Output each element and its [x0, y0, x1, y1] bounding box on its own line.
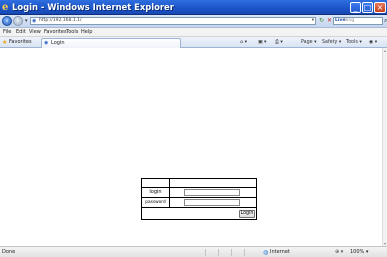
address-dropdown[interactable]: ▾ — [312, 18, 314, 24]
favorites-bar: ★ Favorites ◉ Login ⌂ ▾ ▣ ▾ ⎙ ▾ Page ▾ S… — [0, 37, 387, 48]
close-button[interactable]: × — [374, 2, 386, 13]
login-label: login — [149, 189, 162, 195]
maximize-button[interactable]: □ — [362, 2, 373, 13]
globe-icon: ◍ — [263, 249, 269, 256]
menu-edit[interactable]: Edit — [16, 29, 26, 36]
navigation-bar: ‹ › ▾ ◉ http://192.168.1.1/ ▾ ↻ ✕ Live B… — [0, 15, 387, 28]
help-icon[interactable]: ◉ ▾ — [369, 39, 377, 46]
menu-help[interactable]: Help — [81, 29, 92, 36]
back-button[interactable]: ‹ — [2, 16, 12, 26]
menu-bar: File Edit View Favorites Tools Help — [0, 28, 387, 37]
status-divider — [231, 249, 232, 256]
search-box[interactable]: Live Bing — [333, 17, 383, 25]
search-input[interactable]: Bing — [344, 18, 354, 24]
home-icon[interactable]: ⌂ ▾ — [240, 39, 247, 46]
status-text: Done — [2, 249, 16, 255]
scroll-up-icon[interactable]: ▴ — [383, 48, 387, 53]
security-zone[interactable]: Internet — [270, 249, 290, 256]
menu-view[interactable]: View — [29, 29, 41, 36]
menu-favorites[interactable]: Favorites — [44, 29, 67, 36]
login-form: login password Login — [141, 178, 257, 220]
status-divider — [205, 249, 206, 256]
password-label: password — [145, 200, 166, 205]
login-input[interactable] — [184, 189, 240, 196]
zoom-icon[interactable]: ⊕ ▾ — [335, 249, 343, 256]
favorites-button[interactable]: Favorites — [9, 39, 32, 46]
tab-login[interactable]: ◉ Login — [41, 38, 181, 48]
star-icon[interactable]: ★ — [2, 39, 7, 46]
form-header-row — [142, 179, 256, 188]
feeds-icon[interactable]: ▣ ▾ — [258, 39, 266, 46]
column-divider — [169, 179, 170, 208]
status-divider — [218, 249, 219, 256]
password-input[interactable] — [184, 199, 240, 206]
tools-menu[interactable]: Tools ▾ — [346, 39, 362, 46]
minimize-button[interactable]: _ — [350, 2, 361, 13]
page-menu[interactable]: Page ▾ — [301, 39, 317, 46]
title-bar: e Login - Windows Internet Explorer _ □ … — [0, 0, 387, 15]
page-icon: ◉ — [32, 18, 37, 24]
forward-button[interactable]: › — [13, 16, 23, 26]
refresh-icon[interactable]: ↻ — [319, 17, 324, 24]
window-title: Login - Windows Internet Explorer — [12, 2, 174, 12]
recent-pages-dropdown[interactable]: ▾ — [25, 18, 28, 24]
tab-label: Login — [51, 40, 65, 46]
address-bar[interactable]: ◉ http://192.168.1.1/ ▾ — [30, 17, 316, 25]
vertical-scrollbar[interactable]: ▴ ▾ — [382, 48, 387, 246]
menu-file[interactable]: File — [3, 29, 11, 36]
menu-tools[interactable]: Tools — [66, 29, 78, 36]
stop-icon[interactable]: ✕ — [327, 17, 332, 24]
safety-menu[interactable]: Safety ▾ — [322, 39, 341, 46]
status-bar: Done ◍ Internet ⊕ ▾ 100% ▾ — [0, 246, 387, 257]
status-divider — [244, 249, 245, 256]
zoom-level[interactable]: 100% ▾ — [350, 249, 368, 256]
print-icon[interactable]: ⎙ ▾ — [275, 39, 283, 46]
login-button[interactable]: Login — [239, 210, 255, 218]
page-icon: ◉ — [44, 40, 49, 46]
address-input[interactable]: http://192.168.1.1/ — [39, 18, 82, 24]
ie-logo-icon: e — [2, 2, 9, 13]
